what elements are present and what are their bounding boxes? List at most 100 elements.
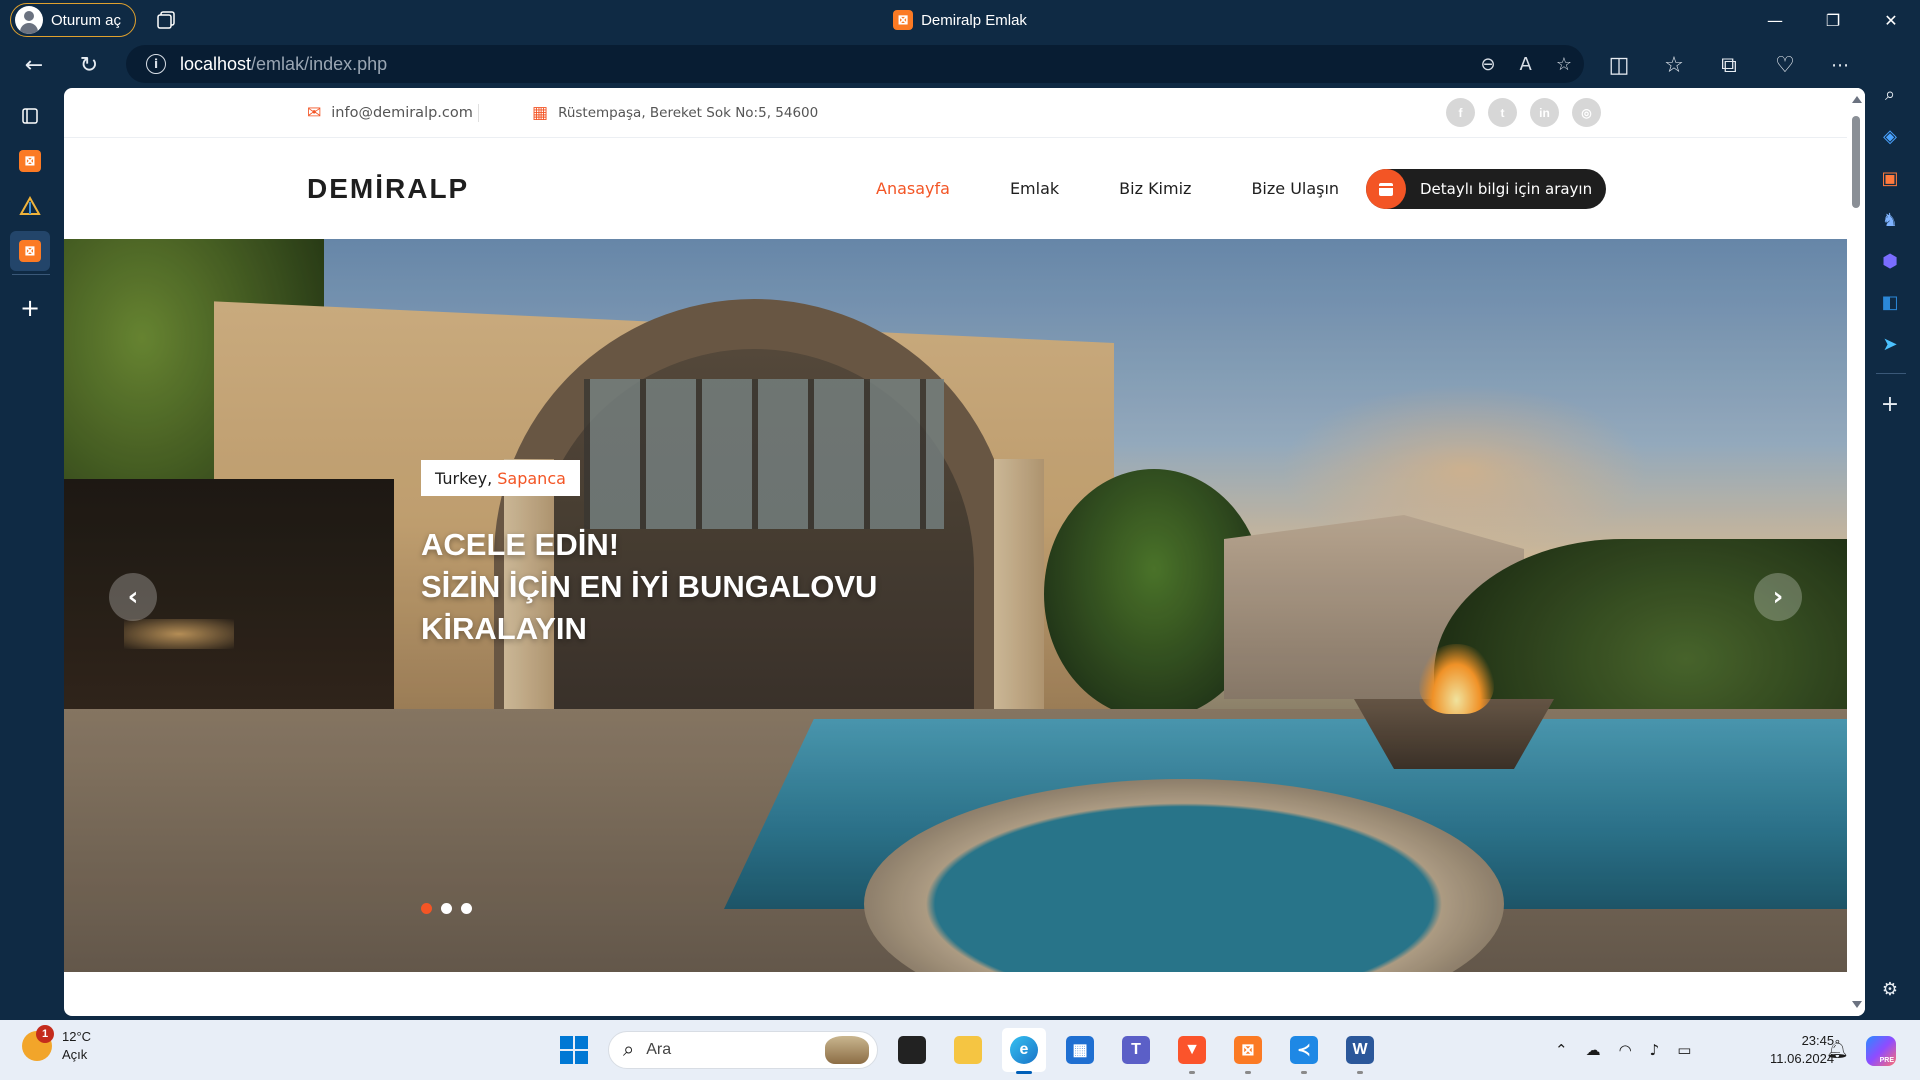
info-separator (478, 104, 479, 122)
email-info: ✉ info@demiralp.com (307, 88, 473, 138)
battery-icon[interactable]: ▭ (1677, 1041, 1691, 1059)
drop-icon[interactable]: ➤ (1876, 330, 1904, 358)
slider-next-button[interactable]: › (1754, 573, 1802, 621)
more-icon[interactable]: ⋯ (1825, 50, 1855, 80)
add-sidebar-app-icon[interactable]: + (1876, 390, 1904, 418)
tab-actions-icon[interactable] (10, 96, 50, 136)
minimize-button[interactable]: — (1746, 0, 1804, 40)
refresh-icon[interactable]: ↻ (74, 50, 104, 80)
settings-gear-icon[interactable]: ⚙ (1876, 975, 1904, 1003)
xampp-button[interactable]: ⊠ (1226, 1028, 1270, 1074)
nav-anasayfa[interactable]: Anasayfa (876, 179, 950, 198)
windows-logo-icon (560, 1036, 588, 1064)
tab-site-icon (19, 196, 41, 215)
address-info: ▦ Rüstempaşa, Bereket Sok No:5, 54600 (532, 88, 818, 138)
task-view-button[interactable] (890, 1028, 934, 1072)
facebook-icon[interactable]: f (1446, 98, 1475, 127)
new-tab-button[interactable]: + (10, 288, 50, 328)
site-logo[interactable]: DEMİRALP (307, 138, 469, 239)
performance-icon[interactable]: ♡ (1770, 50, 1800, 80)
favorite-star-icon[interactable]: ☆ (1556, 54, 1572, 75)
taskbar-clock[interactable]: 23:45 11.06.2024 (1770, 1032, 1834, 1068)
xampp-icon: ⊠ (19, 240, 41, 262)
headline-line-1: ACELE EDİN! (421, 527, 620, 562)
nav-biz-kimiz[interactable]: Biz Kimiz (1119, 179, 1191, 198)
zoom-icon[interactable]: ⊖ (1480, 54, 1495, 75)
edge-sidebar: ⌕ ◈ ▣ ♞ ⬢ ◧ ➤ + ⚙ (1860, 40, 1920, 1020)
notification-bell-icon[interactable]: 🔔︎ (1826, 1039, 1849, 1060)
slider-dot[interactable] (441, 903, 452, 914)
outlook-icon[interactable]: ◧ (1876, 288, 1904, 316)
hero-overlay (64, 239, 1847, 972)
scroll-thumb[interactable] (1852, 116, 1860, 208)
twitter-icon[interactable]: t (1488, 98, 1517, 127)
maximize-button[interactable]: ❐ (1804, 0, 1862, 40)
search-icon[interactable]: ⌕ (1876, 80, 1904, 108)
web-content: ✉ info@demiralp.com ▦ Rüstempaşa, Bereke… (64, 88, 1865, 1016)
social-links: f t in ◎ (1446, 98, 1601, 127)
search-placeholder: Ara (646, 1041, 672, 1058)
read-aloud-icon[interactable]: A (1520, 54, 1532, 75)
url-host: localhost (180, 53, 252, 74)
nav-emlak[interactable]: Emlak (1010, 179, 1059, 198)
store-icon: ▦ (1066, 1036, 1094, 1064)
instagram-icon[interactable]: ◎ (1572, 98, 1601, 127)
slider-prev-button[interactable]: ‹ (109, 573, 157, 621)
linkedin-icon[interactable]: in (1530, 98, 1559, 127)
email-text[interactable]: info@demiralp.com (331, 105, 473, 121)
brave-button[interactable]: ▼ (1170, 1028, 1214, 1074)
slider-dot[interactable] (461, 903, 472, 914)
page-scrollbar[interactable] (1847, 88, 1865, 1016)
slider-dot[interactable] (421, 903, 432, 914)
clock-time: 23:45 (1801, 1033, 1835, 1048)
slider-dots (421, 903, 472, 914)
search-icon: ⌕ (623, 1038, 635, 1061)
office-icon[interactable]: ⬢ (1876, 247, 1904, 275)
teams-button[interactable]: T (1114, 1028, 1158, 1072)
scroll-up-arrow-icon[interactable] (1852, 96, 1862, 103)
split-screen-icon[interactable]: ◫ (1604, 50, 1634, 80)
tab-demiralp-emlak[interactable]: ⊠ (10, 231, 50, 271)
microsoft-store-button[interactable]: ▦ (1058, 1028, 1102, 1072)
scroll-down-arrow-icon[interactable] (1852, 1001, 1862, 1008)
windows-taskbar: 1 12°C Açık ⌕ Ara e ▦ T ▼ ⊠ ≺ W ⌃ ☁ ◠ ♪ … (0, 1020, 1920, 1080)
collections-icon[interactable]: ⧉ (1714, 50, 1744, 80)
tab-other[interactable] (10, 186, 50, 226)
shopping-icon[interactable]: ◈ (1876, 122, 1904, 150)
vscode-button[interactable]: ≺ (1282, 1028, 1326, 1074)
volume-icon[interactable]: ♪ (1650, 1041, 1660, 1059)
address-bar-actions: ⊖ A ☆ (1480, 45, 1572, 83)
taskbar-search[interactable]: ⌕ Ara (608, 1031, 878, 1069)
address-bar[interactable]: i localhost/emlak/index.php ⊖ A ☆ (126, 45, 1584, 83)
calendar-icon (1366, 169, 1406, 209)
call-button-label: Detaylı bilgi için arayın (1420, 180, 1593, 198)
copilot-taskbar-icon[interactable]: PRE (1866, 1036, 1896, 1066)
back-icon[interactable]: ← (19, 50, 49, 80)
call-button[interactable]: Detaylı bilgi için arayın (1366, 169, 1606, 209)
folder-icon (954, 1036, 982, 1064)
windows-start-button[interactable] (552, 1028, 596, 1072)
weather-widget[interactable]: 1 12°C Açık (22, 1025, 91, 1064)
nav-bize-ulasin[interactable]: Bize Ulaşın (1251, 179, 1339, 198)
url-text[interactable]: localhost/emlak/index.php (180, 54, 387, 75)
info-icon[interactable]: i (146, 54, 166, 74)
clock-date: 11.06.2024 (1770, 1051, 1835, 1066)
file-explorer-button[interactable] (946, 1028, 990, 1072)
tab-xampp[interactable]: ⊠ (10, 141, 50, 181)
sidebar-divider (1876, 373, 1906, 374)
xampp-icon: ⊠ (19, 150, 41, 172)
copilot-badge: PRE (1879, 1057, 1894, 1064)
map-icon: ▦ (532, 103, 549, 123)
site-header: DEMİRALP Anasayfa Emlak Biz Kimiz Bize U… (64, 138, 1847, 239)
wifi-icon[interactable]: ◠ (1619, 1041, 1632, 1059)
favorites-icon[interactable]: ☆ (1659, 50, 1689, 80)
tools-icon[interactable]: ▣ (1876, 164, 1904, 192)
show-hidden-icons-chevron-icon[interactable]: ⌃ (1555, 1041, 1568, 1059)
edge-button[interactable]: e (1002, 1028, 1046, 1074)
cloud-icon[interactable]: ☁ (1586, 1041, 1601, 1059)
games-icon[interactable]: ♞ (1876, 206, 1904, 234)
close-button[interactable]: ✕ (1862, 0, 1920, 40)
window-controls: — ❐ ✕ (1746, 0, 1920, 40)
task-view-icon (898, 1036, 926, 1064)
word-button[interactable]: W (1338, 1028, 1382, 1074)
